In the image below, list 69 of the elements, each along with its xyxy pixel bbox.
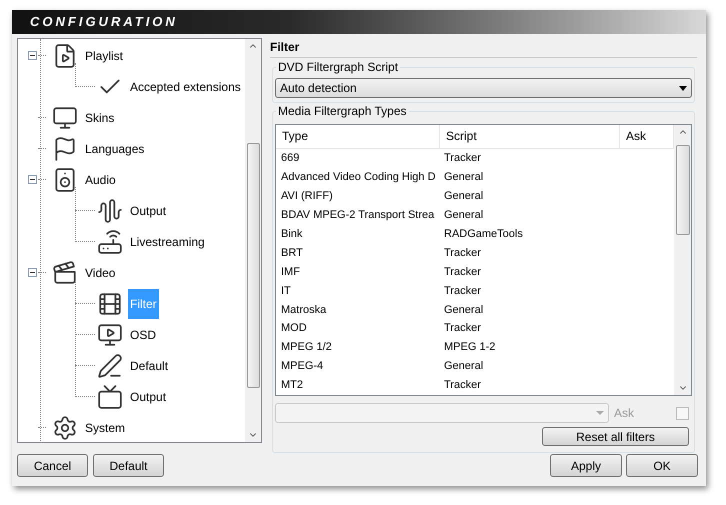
table-cell-text: General — [443, 302, 484, 318]
table-cell-text: Tracker — [443, 378, 482, 394]
reset-button[interactable]: Reset all filters — [542, 427, 689, 446]
table-cell-text: Tracker — [443, 321, 482, 336]
column-header[interactable]: Type — [276, 125, 440, 148]
table-cell-text: MPEG 1/2 — [280, 340, 333, 356]
tree-item[interactable]: Video — [83, 258, 118, 288]
tree-item[interactable]: System — [83, 412, 128, 442]
scrollbar[interactable] — [674, 125, 691, 395]
scroll-thumb[interactable] — [676, 145, 690, 235]
monitor-icon — [97, 322, 123, 348]
ask-label: Ask — [614, 405, 634, 422]
table-cell-text: General — [443, 170, 484, 186]
table-cell-text: IMF — [280, 264, 301, 280]
router-icon — [97, 228, 123, 254]
monitor-icon — [52, 104, 78, 130]
expander-icon[interactable] — [28, 51, 37, 60]
dialog-button[interactable]: Apply — [550, 454, 622, 477]
table-cell-text: 669 — [280, 151, 300, 166]
table-cell-text: Tracker — [443, 264, 482, 280]
column-header[interactable]: Script — [440, 125, 620, 148]
expander-icon[interactable] — [28, 175, 37, 184]
clapperboard-icon — [52, 260, 78, 286]
dropdown-arrow-icon — [596, 411, 604, 415]
tree-item[interactable]: Default — [128, 350, 170, 380]
tree-item[interactable]: Languages — [83, 134, 146, 164]
table-cell-text: BDAV MPEG-2 Transport Strea — [280, 208, 436, 223]
table-cell-text: Matroska — [280, 302, 328, 318]
tree-item[interactable]: Playlist — [83, 40, 126, 70]
dialog-button[interactable]: Default — [93, 454, 164, 477]
tree-item[interactable]: Accepted extensions — [128, 72, 243, 102]
tree-item[interactable]: OSD — [128, 320, 158, 350]
expander-icon[interactable] — [28, 268, 37, 277]
pencil-icon — [97, 352, 123, 378]
tree-item[interactable]: Output — [128, 382, 168, 412]
table-cell-text: Advanced Video Coding High D — [280, 170, 437, 186]
waveform-icon — [97, 198, 123, 224]
tree-item[interactable]: Output — [128, 196, 168, 226]
table-cell-text: MOD — [280, 321, 308, 336]
table-cell-text: AVI (RIFF) — [280, 188, 334, 204]
table-cell-text: Tracker — [443, 284, 482, 299]
film-icon — [97, 290, 123, 316]
table-cell-text: MT2 — [280, 378, 304, 394]
table-cell-text: Bink — [280, 226, 304, 242]
tv-icon — [97, 384, 123, 410]
tree-item[interactable]: Skins — [83, 102, 116, 132]
dropdown[interactable]: Auto detection — [275, 78, 692, 98]
table-cell-text: General — [443, 359, 484, 374]
tree-item[interactable]: Livestreaming — [128, 226, 207, 256]
table-cell-text: Tracker — [443, 151, 482, 166]
table-cell-text: General — [443, 208, 484, 223]
dialog-button[interactable]: OK — [626, 454, 698, 477]
table-cell-text: BRT — [280, 246, 304, 261]
dropdown-arrow-icon — [679, 86, 687, 90]
scroll-thumb[interactable] — [246, 143, 260, 388]
table-cell-text: MPEG 1-2 — [443, 340, 496, 356]
dialog-button[interactable]: Cancel — [17, 454, 88, 477]
table-cell-text: Tracker — [443, 246, 482, 261]
table-cell-text: MPEG-4 — [280, 359, 324, 374]
group-label: Media Filtergraph Types — [276, 104, 409, 118]
table-cell-text: General — [443, 188, 484, 204]
table-cell-text: IT — [280, 284, 292, 299]
settings-icon — [52, 414, 78, 440]
panel-title: Filter — [270, 38, 697, 58]
group-label: DVD Filtergraph Script — [276, 60, 400, 74]
table-cell-text: RADGameTools — [443, 226, 524, 242]
scrollbar[interactable] — [245, 39, 261, 442]
window-title: CONFIGURATION — [30, 13, 178, 32]
tree-item[interactable]: Audio — [83, 164, 118, 194]
